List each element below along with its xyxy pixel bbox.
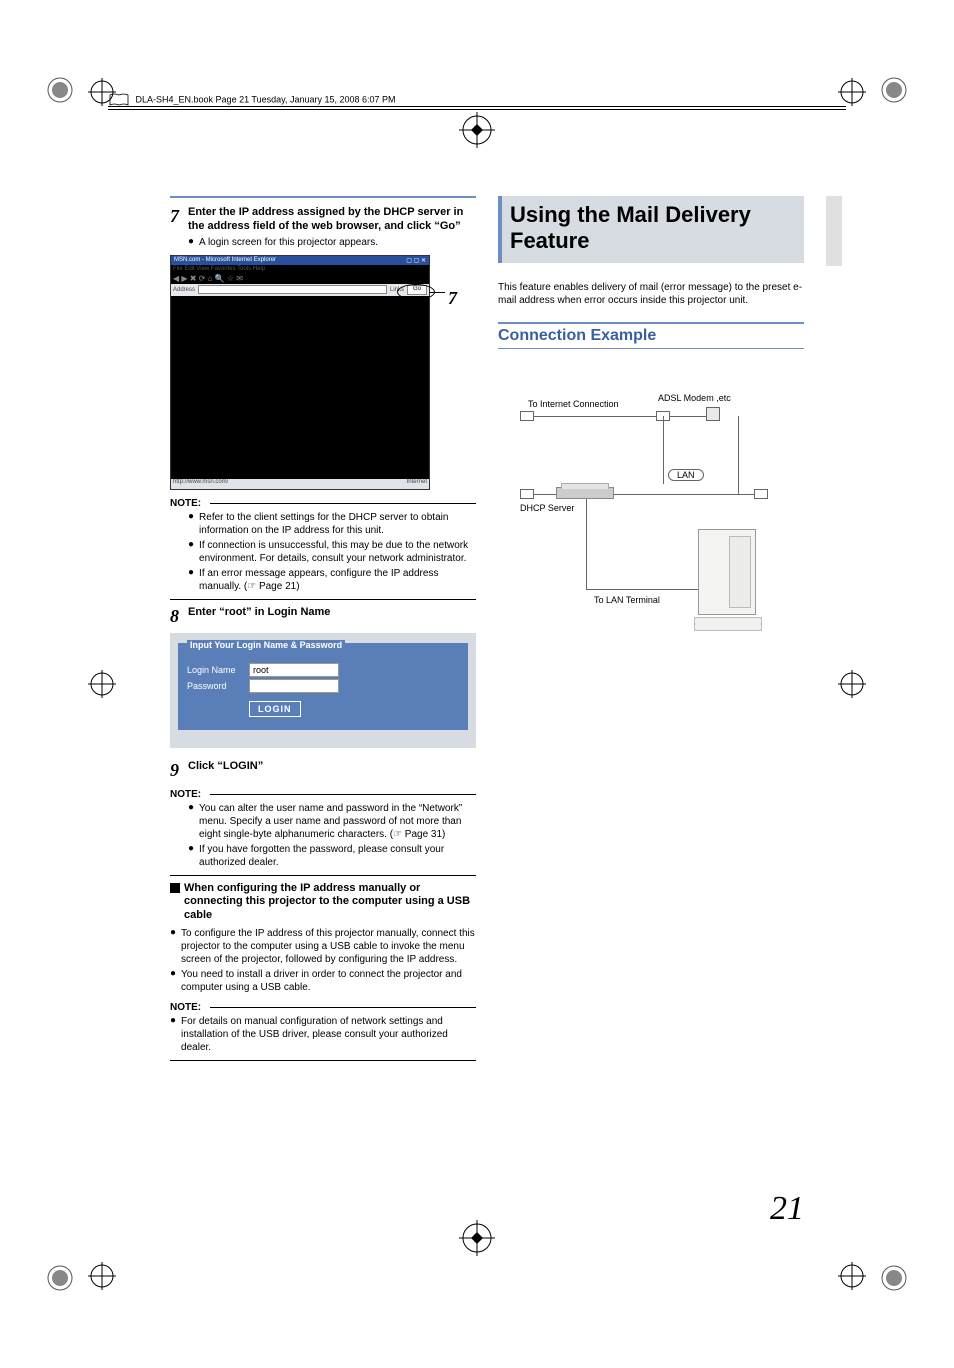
- diagram-line: [663, 416, 664, 484]
- diagram-line: [586, 589, 698, 590]
- diagram-line: [586, 499, 587, 589]
- feature-title-banner: Using the Mail Delivery Feature: [498, 196, 804, 263]
- list-item: ●To configure the IP address of this pro…: [170, 927, 476, 966]
- server-icon: [520, 489, 534, 499]
- note-item: ●You can alter the user name and passwor…: [188, 802, 476, 841]
- note-heading: NOTE:: [170, 789, 476, 800]
- diagram-label-adsl: ADSL Modem ,etc: [658, 393, 731, 403]
- diagram-label-lan: LAN: [668, 469, 704, 481]
- browser-menubar: File Edit View Favorites Tools Help: [171, 265, 429, 273]
- projector-base: [694, 617, 762, 631]
- callout-number: 7: [448, 288, 457, 309]
- feature-description: This feature enables delivery of mail (e…: [498, 281, 804, 308]
- diagram-line: [663, 494, 738, 495]
- step-number: 7: [170, 206, 188, 234]
- step-9: 9 Click “LOGIN”: [170, 760, 476, 781]
- login-panel: Input Your Login Name & Password Login N…: [170, 633, 476, 748]
- browser-titlebar: MSN.com - Microsoft Internet Explorer ▢ …: [171, 256, 429, 265]
- login-name-input[interactable]: [249, 663, 339, 677]
- projector-icon: [698, 529, 756, 615]
- modem-icon: [706, 407, 720, 421]
- login-legend: Input Your Login Name & Password: [187, 640, 345, 650]
- note-heading: NOTE:: [170, 498, 476, 509]
- nav-icons: ◀ ▶ ✖ ⟳ ⌂ 🔍 ☆ ✉: [173, 274, 243, 283]
- password-input[interactable]: [249, 679, 339, 693]
- feature-title: Using the Mail Delivery Feature: [510, 202, 796, 255]
- step-7: 7 Enter the IP address assigned by the D…: [170, 206, 476, 234]
- crop-mark-icon: [879, 75, 909, 105]
- subsection-heading: When configuring the IP address manually…: [170, 882, 476, 923]
- login-button[interactable]: LOGIN: [249, 701, 301, 717]
- switch-icon: [556, 487, 614, 499]
- book-icon: [108, 93, 130, 107]
- diagram-label-lanterm: To LAN Terminal: [594, 595, 660, 605]
- password-label: Password: [187, 681, 249, 691]
- center-mark-icon: [459, 112, 495, 148]
- registration-mark-icon: [838, 1262, 866, 1290]
- step-8: 8 Enter “root” in Login Name: [170, 606, 476, 627]
- note-heading: NOTE:: [170, 1002, 476, 1013]
- note-item: ●If you have forgotten the password, ple…: [188, 843, 476, 869]
- address-input[interactable]: [198, 285, 387, 294]
- step-title: Enter the IP address assigned by the DHC…: [188, 206, 476, 234]
- step-title: Click “LOGIN”: [188, 760, 476, 774]
- note-item: ●If connection is unsuccessful, this may…: [188, 539, 476, 565]
- diagram-line: [670, 416, 706, 417]
- step-number: 9: [170, 760, 188, 781]
- pc-icon: [754, 489, 768, 499]
- diagram-line: [738, 416, 739, 494]
- registration-mark-icon: [838, 670, 866, 698]
- crop-mark-icon: [45, 75, 75, 105]
- callout-line: [429, 292, 445, 293]
- section-heading: Connection Example: [498, 322, 804, 349]
- diagram-label-dhcp: DHCP Server: [520, 503, 574, 513]
- diagram-line: [534, 416, 656, 417]
- note-item: ●Refer to the client settings for the DH…: [188, 511, 476, 537]
- browser-statusbar: http://www.msn.com/ Internet: [171, 479, 429, 489]
- diagram-label-internet: To Internet Connection: [528, 399, 619, 409]
- step-sub: ●A login screen for this projector appea…: [188, 236, 476, 249]
- address-label: Address: [173, 287, 195, 293]
- crop-mark-icon: [45, 1263, 75, 1293]
- internet-icon: [520, 411, 534, 421]
- window-controls-icon: ▢ ▢ ✕: [406, 257, 426, 264]
- step-title: Enter “root” in Login Name: [188, 606, 476, 620]
- connection-diagram: To Internet Connection ADSL Modem ,etc L…: [498, 399, 804, 669]
- note-item: ●If an error message appears, configure …: [188, 567, 476, 593]
- header-text: DLA-SH4_EN.book Page 21 Tuesday, January…: [136, 94, 396, 104]
- page-number: 21: [770, 1190, 804, 1228]
- header-rule: [108, 106, 846, 107]
- square-bullet-icon: [170, 883, 180, 893]
- side-tab: [826, 196, 842, 266]
- note-item: ●For details on manual configuration of …: [170, 1015, 476, 1054]
- list-item: ●You need to install a driver in order t…: [170, 968, 476, 994]
- diagram-line: [738, 494, 754, 495]
- crop-mark-icon: [879, 1263, 909, 1293]
- login-name-label: Login Name: [187, 665, 249, 675]
- step-number: 8: [170, 606, 188, 627]
- registration-mark-icon: [88, 1262, 116, 1290]
- page-header: DLA-SH4_EN.book Page 21 Tuesday, January…: [108, 93, 846, 110]
- diagram-line: [534, 494, 556, 495]
- browser-toolbar: ◀ ▶ ✖ ⟳ ⌂ 🔍 ☆ ✉: [171, 273, 429, 284]
- browser-screenshot: MSN.com - Microsoft Internet Explorer ▢ …: [170, 255, 430, 490]
- diagram-line: [614, 494, 664, 495]
- registration-mark-icon: [88, 670, 116, 698]
